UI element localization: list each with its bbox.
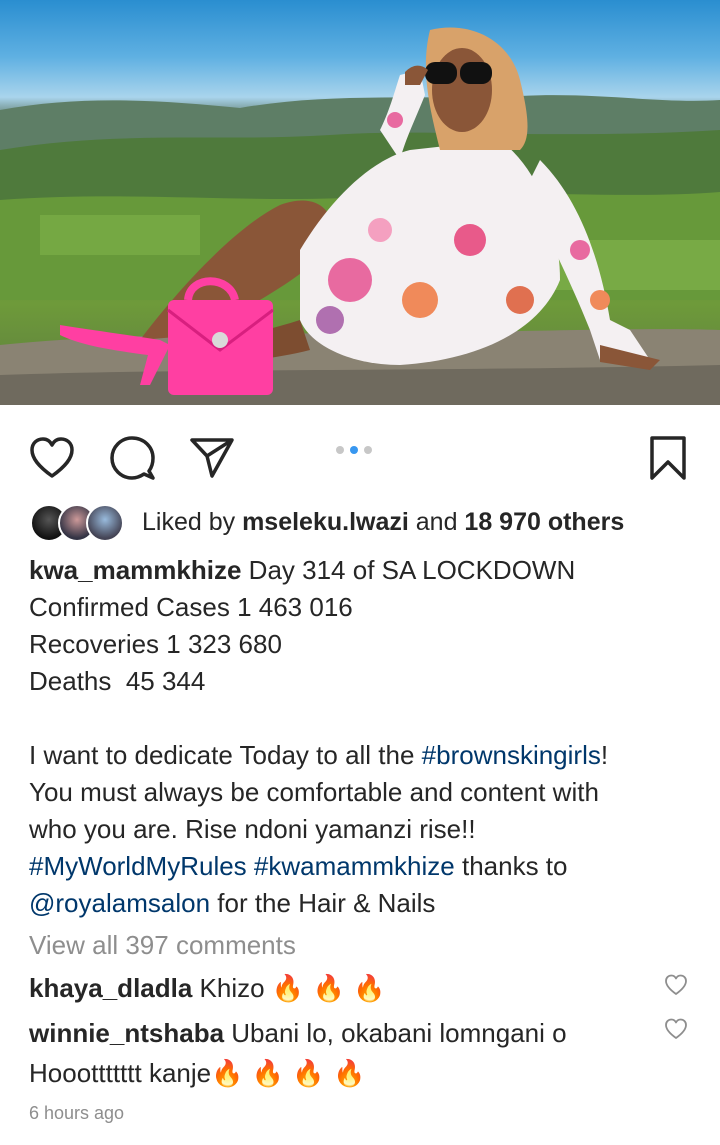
comment-item: khaya_dladla Khizo 🔥 🔥 🔥 <box>29 968 649 1009</box>
hashtag-link[interactable]: #kwamammkhize <box>254 851 455 881</box>
share-icon <box>190 438 234 478</box>
caption-line: Recoveries 1 323 680 <box>29 629 282 659</box>
likes-others[interactable]: 18 970 others <box>464 508 624 536</box>
comment-icon <box>110 436 155 480</box>
fire-emoji: 🔥 🔥 🔥 🔥 <box>211 1059 366 1089</box>
share-button[interactable] <box>187 433 237 483</box>
comment-text: Khizo <box>192 973 272 1003</box>
fire-emoji: 🔥 🔥 🔥 <box>271 974 386 1004</box>
post-caption: kwa_mammkhize Day 314 of SA LOCKDOWN Con… <box>29 552 689 922</box>
carousel-dot <box>336 446 344 454</box>
carousel-dot <box>364 446 372 454</box>
likes-prefix: Liked by <box>142 507 243 536</box>
post-photo-illustration <box>0 27 720 405</box>
comment-username[interactable]: khaya_dladla <box>29 973 192 1003</box>
caption-space <box>247 851 254 881</box>
hashtag-link[interactable]: #brownskingirls <box>422 740 601 770</box>
mention-link[interactable]: @royalamsalon <box>29 888 210 918</box>
caption-line: You must always be comfortable and conte… <box>29 777 599 807</box>
comment-like-button[interactable] <box>664 1017 688 1041</box>
caption-line: who you are. Rise ndoni yamanzi rise!! <box>29 814 476 844</box>
post-photo[interactable] <box>0 0 720 405</box>
likes-middle: and <box>408 507 465 536</box>
caption-text: for the Hair & Nails <box>210 888 436 918</box>
save-button[interactable] <box>643 433 693 483</box>
hashtag-link[interactable]: #MyWorldMyRules <box>29 851 247 881</box>
caption-line: Deaths 45 344 <box>29 666 206 696</box>
small-heart-icon <box>665 974 687 995</box>
like-button[interactable] <box>27 433 77 483</box>
view-all-comments-link[interactable]: View all 397 comments <box>29 930 296 961</box>
caption-author[interactable]: kwa_mammkhize <box>29 555 241 585</box>
avatar <box>86 504 124 542</box>
caption-line: Day 314 of SA LOCKDOWN <box>241 555 576 585</box>
liker-username[interactable]: mseleku.lwazi <box>242 508 409 536</box>
comment-button[interactable] <box>107 433 157 483</box>
comment-text: Ubani lo, okabani lomngani o <box>224 1018 567 1048</box>
bookmark-icon <box>650 436 686 480</box>
caption-text: ! <box>600 740 609 770</box>
comment-item: winnie_ntshaba Ubani lo, okabani lomngan… <box>29 1013 649 1094</box>
small-heart-icon <box>665 1018 687 1039</box>
caption-line: Confirmed Cases 1 463 016 <box>29 592 353 622</box>
likes-text: Liked by mseleku.lwazi and 18 970 others <box>142 508 624 537</box>
comment-username[interactable]: winnie_ntshaba <box>29 1018 224 1048</box>
caption-text: I want to dedicate Today to all the <box>29 740 422 770</box>
carousel-indicator <box>336 446 372 454</box>
post-timestamp: 6 hours ago <box>29 1103 125 1123</box>
heart-icon <box>30 437 74 478</box>
liker-avatars <box>30 503 130 542</box>
comment-text: Hooottttttt kanje <box>29 1058 212 1088</box>
comment-like-button[interactable] <box>664 973 688 997</box>
likes-row[interactable]: Liked by mseleku.lwazi and 18 970 others <box>30 503 624 542</box>
caption-text: thanks to <box>454 851 568 881</box>
carousel-dot-active <box>350 446 358 454</box>
